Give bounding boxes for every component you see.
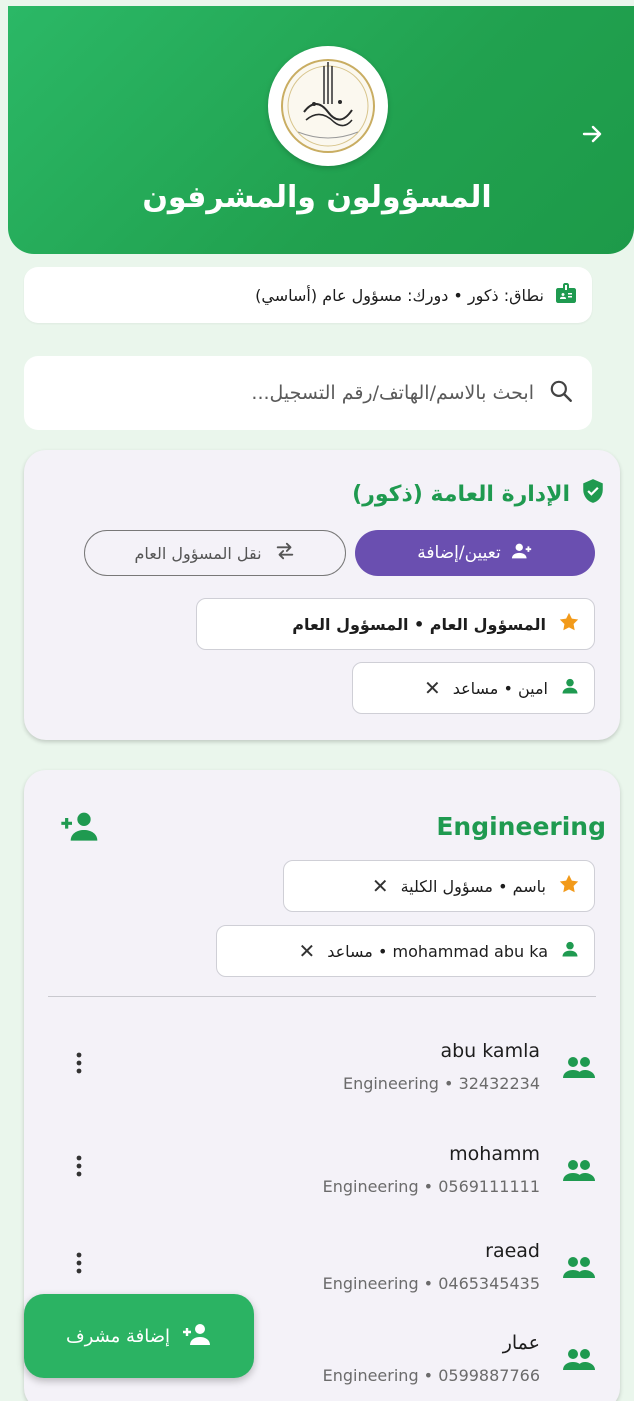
person-icon xyxy=(560,939,580,963)
list-item[interactable]: mohamm Engineering • 0569111111 xyxy=(48,1143,596,1213)
swap-horizontal-icon xyxy=(274,540,296,566)
arrow-forward-icon[interactable] xyxy=(574,116,610,152)
group-icon xyxy=(562,1254,596,1284)
scope-text: نطاق: ذكور • دورك: مسؤول عام (أساسي) xyxy=(255,285,544,305)
university-emblem-icon xyxy=(268,46,388,166)
star-icon xyxy=(558,611,580,637)
group-icon xyxy=(562,1054,596,1084)
general-admin-chip[interactable]: المسؤول العام • المسؤول العام xyxy=(196,598,595,650)
close-icon[interactable]: ✕ xyxy=(372,874,389,898)
general-admin-title: الإدارة العامة (ذكور) xyxy=(352,478,606,510)
faculty-assistant-chip[interactable]: mohammad abu ka • مساعد ✕ xyxy=(216,925,595,977)
badge-icon xyxy=(554,281,578,309)
person-add-icon xyxy=(182,1322,212,1351)
faculty-title: Engineering xyxy=(436,812,606,841)
transfer-admin-button[interactable]: نقل المسؤول العام xyxy=(84,530,346,576)
divider xyxy=(48,996,596,997)
close-icon[interactable]: ✕ xyxy=(424,676,441,700)
close-icon[interactable]: ✕ xyxy=(298,939,315,963)
group-icon xyxy=(562,1157,596,1187)
person-add-icon xyxy=(511,540,533,567)
app-header xyxy=(8,6,634,254)
verified-shield-icon xyxy=(580,478,606,510)
search-icon xyxy=(548,378,574,408)
assistant-chip[interactable]: امين • مساعد ✕ xyxy=(352,662,595,714)
search-input[interactable] xyxy=(42,382,534,404)
more-vert-icon[interactable] xyxy=(68,1050,90,1080)
assign-add-button[interactable]: تعيين/إضافة xyxy=(355,530,595,576)
more-vert-icon[interactable] xyxy=(68,1250,90,1280)
faculty-head-chip[interactable]: باسم • مسؤول الكلية ✕ xyxy=(283,860,595,912)
add-person-icon[interactable] xyxy=(60,810,100,846)
search-bar[interactable] xyxy=(24,356,592,430)
list-item[interactable]: abu kamla Engineering • 32432234 xyxy=(48,1040,596,1110)
group-icon xyxy=(562,1346,596,1376)
person-icon xyxy=(560,676,580,700)
page-title: المسؤولون والمشرفون xyxy=(142,180,492,215)
more-vert-icon[interactable] xyxy=(68,1153,90,1183)
scope-info: نطاق: ذكور • دورك: مسؤول عام (أساسي) xyxy=(24,267,592,323)
add-supervisor-fab[interactable]: إضافة مشرف xyxy=(24,1294,254,1378)
star-icon xyxy=(558,873,580,899)
